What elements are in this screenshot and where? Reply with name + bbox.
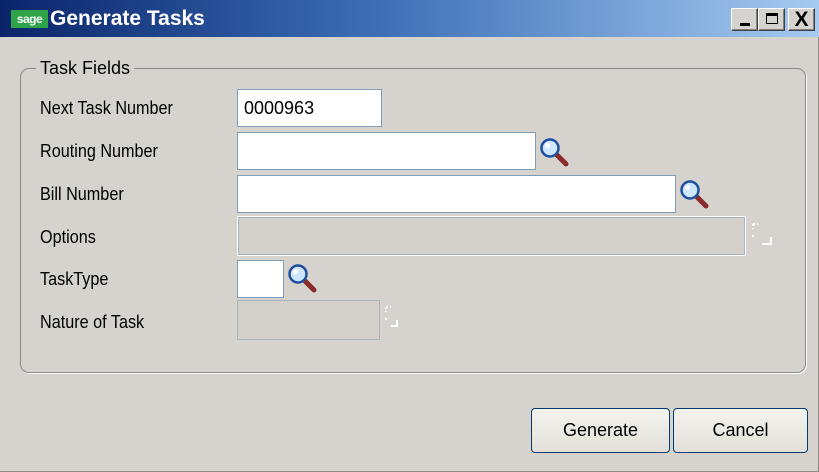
close-icon: X <box>794 8 809 31</box>
routing-number-field[interactable] <box>237 132 536 170</box>
options-label: Options <box>40 227 96 247</box>
cancel-mnemonic: C <box>712 420 726 440</box>
generate-label: enerate <box>576 420 639 440</box>
window-title: Generate Tasks <box>50 7 205 30</box>
bill-number-label: Bill Number <box>40 184 124 204</box>
next-task-number-label: Next Task Number <box>40 98 173 118</box>
generate-button[interactable]: Generate <box>531 408 670 453</box>
cancel-button[interactable]: Cancel <box>673 408 808 453</box>
task-fields-group-label: Task Fields <box>36 58 135 78</box>
task-type-field[interactable] <box>237 260 284 298</box>
close-button[interactable]: X <box>788 8 815 31</box>
maximize-icon <box>766 13 778 24</box>
title-bar[interactable]: sage Generate Tasks X <box>0 0 819 37</box>
options-field[interactable] <box>237 216 746 256</box>
cancel-label: ancel <box>725 420 769 440</box>
routing-number-lookup-icon[interactable] <box>539 137 569 167</box>
task-type-lookup-icon[interactable] <box>287 263 317 293</box>
minimize-button[interactable] <box>731 8 758 31</box>
maximize-button[interactable] <box>758 8 785 31</box>
nature-of-task-label: Nature of Task <box>40 312 145 332</box>
routing-number-label: Routing Number <box>40 141 158 161</box>
bill-number-lookup-icon[interactable] <box>679 179 709 209</box>
nature-of-task-expand-icon[interactable] <box>383 304 407 330</box>
minimize-icon <box>740 23 750 26</box>
sage-logo: sage <box>11 10 48 28</box>
generate-mnemonic: G <box>562 420 577 440</box>
nature-of-task-field[interactable] <box>237 300 380 340</box>
options-expand-icon[interactable] <box>750 221 774 247</box>
bill-number-field[interactable] <box>237 175 676 213</box>
task-type-label: TaskType <box>40 269 109 289</box>
generate-tasks-dialog: sage Generate Tasks X Task Fields Next T… <box>0 0 819 472</box>
next-task-number-field[interactable]: 0000963 <box>237 89 382 127</box>
